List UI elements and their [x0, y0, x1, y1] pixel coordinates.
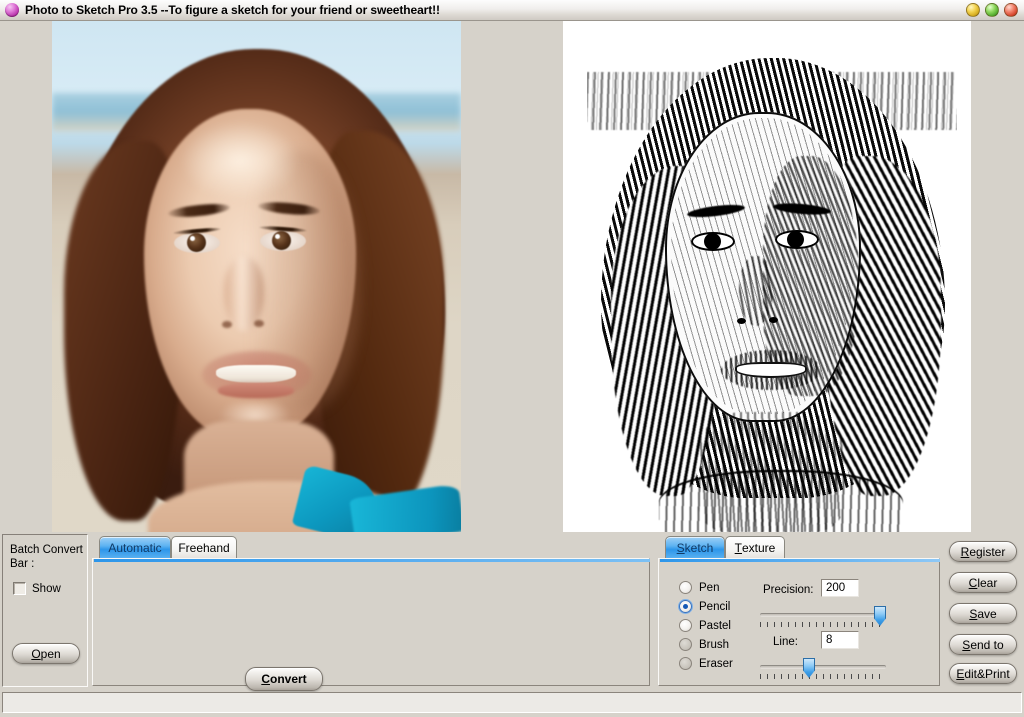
tab-freehand[interactable]: Freehand: [171, 536, 237, 558]
pastel-label: Pastel: [699, 619, 731, 632]
show-checkbox[interactable]: [13, 582, 26, 595]
clear-button[interactable]: Clear: [949, 572, 1017, 593]
pastel-radio[interactable]: [679, 619, 692, 632]
application-window: Photo to Sketch Pro 3.5 --To figure a sk…: [0, 0, 1024, 717]
eraser-label: Eraser: [699, 657, 733, 670]
radio-row-eraser[interactable]: Eraser: [679, 657, 733, 670]
batch-convert-title: Batch Convert Bar :: [10, 544, 83, 570]
automatic-tab-panel: Convert: [92, 558, 650, 691]
sketch-nose: [739, 256, 773, 326]
sketch-shoulder: [659, 470, 903, 532]
radio-row-pen[interactable]: Pen: [679, 581, 719, 594]
line-slider-ticks: [760, 674, 886, 679]
automatic-panel-accent-line: [94, 559, 650, 562]
photo-nostril-right: [254, 320, 264, 327]
radio-row-brush[interactable]: Brush: [679, 638, 729, 651]
sketch-canvas: [587, 46, 957, 532]
photo-lower-lip: [218, 383, 294, 398]
window-title: Photo to Sketch Pro 3.5 --To figure a sk…: [25, 3, 440, 17]
line-slider[interactable]: [760, 657, 886, 681]
source-photo-panel[interactable]: [52, 21, 461, 532]
photo-eye-glint-right: [275, 234, 280, 239]
precision-value[interactable]: 200: [821, 579, 859, 597]
title-bar: Photo to Sketch Pro 3.5 --To figure a sk…: [0, 0, 1024, 21]
pencil-label: Pencil: [699, 600, 731, 613]
bottom-toolbar: Batch Convert Bar : Show Open Automatic …: [0, 532, 1024, 691]
precision-label: Precision:: [763, 584, 814, 596]
brush-label: Brush: [699, 638, 730, 651]
convert-button[interactable]: Convert: [245, 667, 323, 691]
minimize-button[interactable]: [966, 3, 980, 17]
status-bar: [2, 692, 1022, 713]
radio-row-pencil[interactable]: Pencil: [679, 600, 730, 613]
pen-label: Pen: [699, 581, 720, 594]
sketch-nostril-left: [737, 318, 746, 324]
line-slider-track: [760, 665, 886, 669]
tab-sketch[interactable]: Sketch: [665, 536, 725, 558]
action-buttons-panel: Register Clear Save Send to Edit&Print: [944, 534, 1022, 687]
sketch-settings-panel: Pen Pencil Pastel Brush Eraser Precision…: [658, 558, 940, 686]
tab-automatic[interactable]: Automatic: [99, 536, 171, 558]
app-orb-icon: [5, 3, 19, 17]
photo-eye-glint-left: [190, 236, 195, 241]
sketch-iris-right: [787, 231, 804, 248]
show-checkbox-label: Show: [32, 582, 61, 595]
pencil-radio[interactable]: [679, 600, 692, 613]
brush-radio[interactable]: [679, 638, 692, 651]
sketch-teeth: [735, 362, 807, 378]
edit-print-button[interactable]: Edit&Print: [949, 663, 1017, 684]
precision-slider-track: [760, 613, 886, 617]
tab-texture[interactable]: Texture: [725, 536, 785, 558]
show-checkbox-row[interactable]: Show: [13, 582, 61, 595]
maximize-button[interactable]: [985, 3, 999, 17]
save-button[interactable]: Save: [949, 603, 1017, 624]
radio-row-pastel[interactable]: Pastel: [679, 619, 731, 632]
line-value[interactable]: 8: [821, 631, 859, 649]
precision-slider[interactable]: [760, 605, 886, 629]
image-work-area: [0, 21, 1024, 532]
sketch-nostril-right: [769, 317, 778, 323]
close-button[interactable]: [1004, 3, 1018, 17]
register-button[interactable]: Register: [949, 541, 1017, 562]
photo-forehead-light: [180, 121, 300, 201]
sketch-panel-accent-line: [660, 559, 940, 562]
precision-slider-ticks: [760, 622, 886, 627]
photo-teeth: [216, 365, 296, 383]
batch-convert-panel: Batch Convert Bar : Show Open: [2, 534, 88, 687]
pen-radio[interactable]: [679, 581, 692, 594]
send-to-button[interactable]: Send to: [949, 634, 1017, 655]
photo-nostril-left: [222, 321, 232, 328]
sketch-iris-left: [704, 233, 721, 250]
eraser-radio[interactable]: [679, 657, 692, 670]
window-controls: [966, 3, 1018, 17]
result-sketch-panel[interactable]: [563, 21, 971, 532]
line-label: Line:: [773, 636, 798, 648]
open-button[interactable]: Open: [12, 643, 80, 664]
